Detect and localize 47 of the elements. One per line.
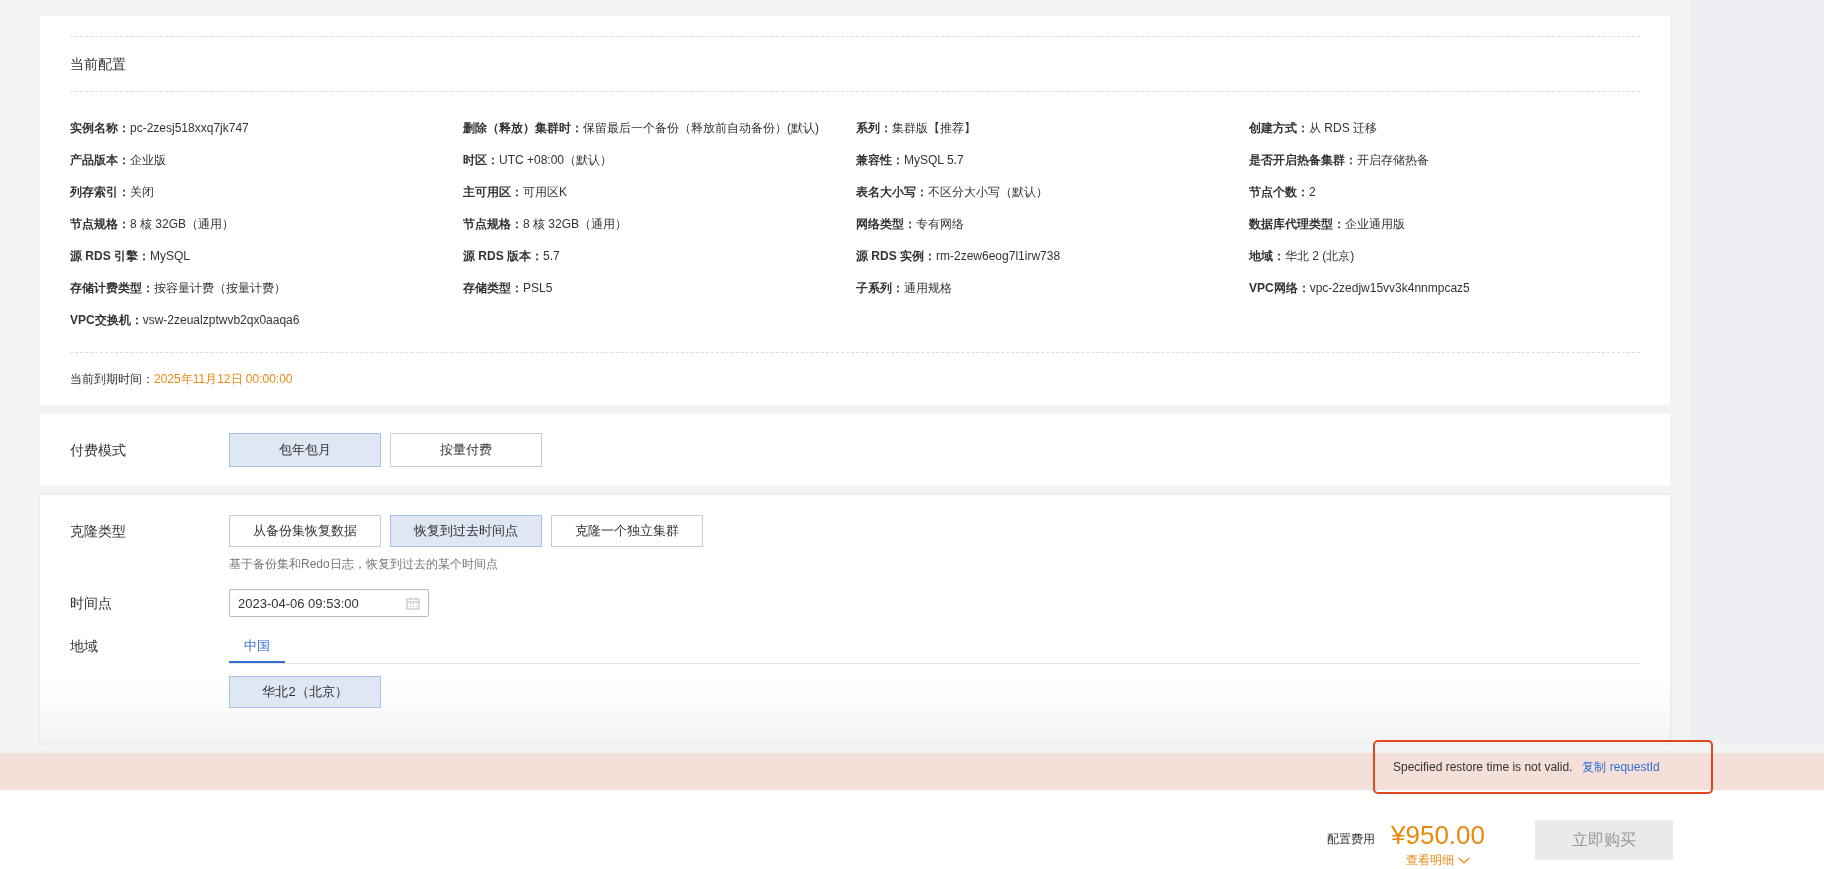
config-field: 系列：集群版【推荐】 (856, 120, 1249, 136)
config-field: 删除（释放）集群时：保留最后一个备份（释放前自动备份）(默认) (463, 120, 856, 136)
date-field[interactable]: 2023-04-06 09:53:00 (229, 589, 429, 617)
config-field: 兼容性：MySQL 5.7 (856, 152, 1249, 168)
calendar-icon (406, 596, 420, 610)
config-field: 实例名称：pc-2zesj518xxq7jk747 (70, 120, 463, 136)
config-field: 数据库代理类型：企业通用版 (1249, 216, 1642, 232)
config-field: 节点规格：8 核 32GB（通用） (463, 216, 856, 232)
hint-text: 基于备份集和Redo日志，恢复到过去的某个时间点 (229, 556, 499, 573)
config-field: 子系列：通用规格 (856, 280, 1249, 296)
field-label: 克隆类型 (70, 522, 127, 541)
option-button[interactable]: 恢复到过去时间点 (390, 515, 542, 547)
option-button[interactable]: 克隆一个独立集群 (551, 515, 703, 547)
option-button[interactable]: 从备份集恢复数据 (229, 515, 381, 547)
expiry-label: 当前到期时间： (70, 372, 154, 386)
option-button[interactable]: 按量付费 (390, 433, 542, 467)
field-label: 地域 (70, 637, 99, 656)
config-field: 源 RDS 引擎：MySQL (70, 248, 463, 264)
config-field: 地域：华北 2 (北京) (1249, 248, 1642, 264)
config-field: 主可用区：可用区K (463, 184, 856, 200)
config-field: 源 RDS 实例：rm-2zew6eog7l1irw738 (856, 248, 1249, 264)
config-field: 节点规格：8 核 32GB（通用） (70, 216, 463, 232)
error-message: Specified restore time is not valid. (1393, 760, 1573, 774)
config-field: 存储类型：PSL5 (463, 280, 856, 296)
config-field: 列存索引：关闭 (70, 184, 463, 200)
config-field: VPC网络：vpc-2zedjw15vv3k4nnmpcaz5 (1249, 280, 1642, 296)
config-field: 是否开启热备集群：开启存储热备 (1249, 152, 1642, 168)
region-button[interactable]: 华北2（北京） (229, 676, 381, 708)
fee-label: 配置费用 (1327, 831, 1375, 848)
expiry-date: 2025年11月12日 00:00:00 (154, 372, 293, 386)
config-field: 源 RDS 版本：5.7 (463, 248, 856, 264)
region-tab[interactable]: 中国 (229, 631, 285, 663)
config-field: VPC交换机：vsw-2zeualzptwvb2qx0aaqa6 (70, 312, 463, 328)
config-field: 网络类型：专有网络 (856, 216, 1249, 232)
option-button[interactable]: 包年包月 (229, 433, 381, 467)
config-field: 表名大小写：不区分大小写（默认） (856, 184, 1249, 200)
field-label: 付费模式 (70, 441, 127, 460)
config-field: 存储计费类型：按容量计费（按量计费） (70, 280, 463, 296)
copy-link[interactable]: 复制 requestId (1582, 758, 1660, 776)
chevron-down-icon (1458, 856, 1470, 865)
config-field: 创建方式：从 RDS 迁移 (1249, 120, 1642, 136)
config-field: 时区：UTC +08:00（默认） (463, 152, 856, 168)
price: ¥950.00 (1391, 820, 1485, 850)
config-field: 节点个数：2 (1249, 184, 1642, 200)
config-field: 产品版本：企业版 (70, 152, 463, 168)
section-title: 当前配置 (70, 55, 127, 74)
field-label: 时间点 (70, 594, 113, 613)
